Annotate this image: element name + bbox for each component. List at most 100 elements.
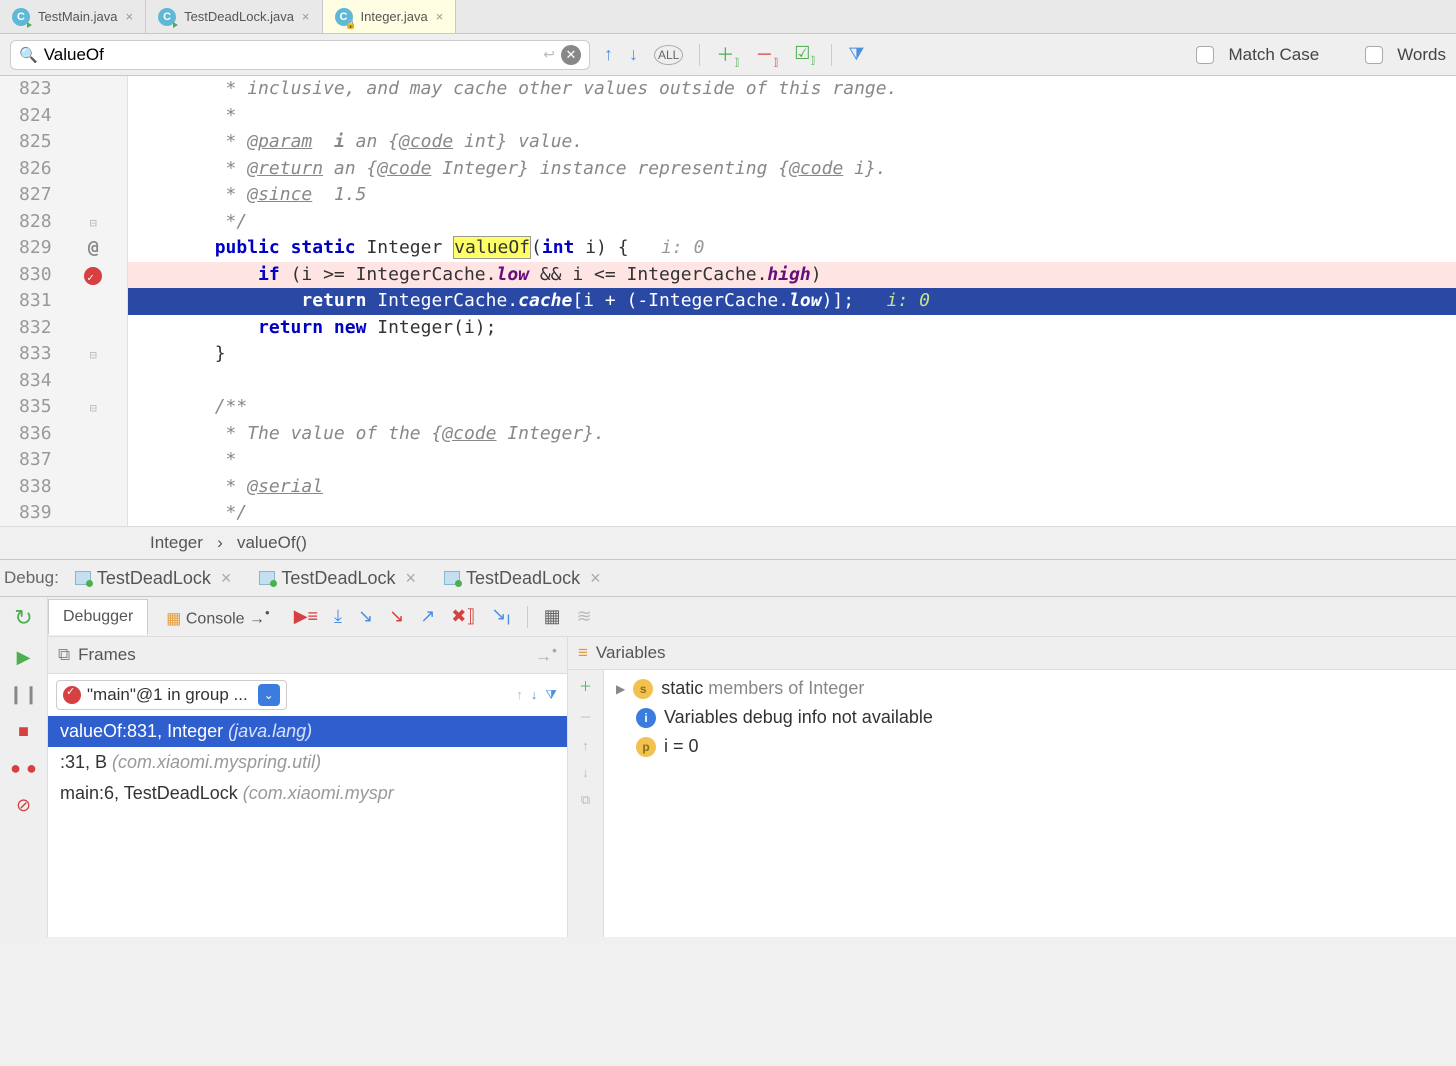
find-input[interactable] [44,45,538,65]
debug-config-tab[interactable]: TestDeadLock× [259,568,416,589]
editor-tab[interactable]: C TestMain.java × [0,0,146,33]
stack-frame[interactable]: :31, B (com.xiaomi.myspring.util) [48,747,567,778]
var-badge-icon: s [633,679,653,699]
filter-frames-icon[interactable]: ⧩ [545,687,557,703]
variable-row[interactable]: pi = 0 [616,736,1444,757]
variable-row[interactable]: ▶sstatic members of Integer [616,678,1444,699]
var-badge-icon: i [636,708,656,728]
line-numbers: 8238248258268278288298308318328338348358… [0,76,60,526]
breakpoints-icon[interactable]: ● ● [10,758,37,779]
frames-restore-icon[interactable]: →• [535,643,557,667]
copy-watch-icon[interactable]: ⧉ [581,792,590,808]
breakpoint-icon[interactable] [84,267,102,285]
code-lines[interactable]: * inclusive, and may cache other values … [128,76,1456,526]
code-editor[interactable]: 8238248258268278288298308318328338348358… [0,76,1456,526]
java-class-icon: C [12,8,30,26]
step-out-icon[interactable]: ↗ [420,606,435,627]
variables-title: Variables [596,643,666,663]
tab-label: TestMain.java [38,9,117,24]
breadcrumb-class[interactable]: Integer [150,533,203,552]
step-into-icon[interactable]: ↘ [358,606,373,627]
close-icon[interactable]: × [125,9,133,24]
words-checkbox[interactable] [1365,46,1383,64]
chevron-down-icon[interactable]: ⌄ [258,684,280,706]
stack-frame[interactable]: main:6, TestDeadLock (com.xiaomi.myspr [48,778,567,809]
run-to-cursor-icon[interactable]: ↘I [491,604,510,629]
next-match-icon[interactable]: ↓ [629,44,638,65]
variable-row[interactable]: iVariables debug info not available [616,707,1444,728]
add-selection-icon[interactable]: ＋⟧ [716,41,739,69]
up-watch-icon[interactable]: ↑ [582,738,589,753]
step-over-icon[interactable]: ⤓ [334,606,342,627]
breadcrumb-sep: › [217,533,223,552]
find-actions: ↑ ↓ ALL ＋⟧ －⟧ ☑⟧ ⧩ [604,41,864,69]
editor-tab[interactable]: C TestDeadLock.java × [146,0,322,33]
enter-hint-icon: ↩ [543,46,555,63]
show-execution-point-icon[interactable]: ▶≡ [294,606,318,627]
stop-icon[interactable]: ■ [18,721,29,742]
resume-icon[interactable]: ▶ [17,647,31,668]
close-icon[interactable]: × [436,9,444,24]
find-input-wrap[interactable]: 🔍 ↩ ✕ [10,40,590,70]
select-occurrences-icon[interactable]: ☑⟧ [794,43,815,67]
expander-icon[interactable]: ▶ [616,682,625,696]
match-case-label: Match Case [1228,45,1319,65]
editor-tabs: C TestMain.java × C TestDeadLock.java × C Integ… [0,0,1456,34]
trace-icon[interactable]: ≋ [577,606,592,627]
run-config-icon [75,571,91,585]
match-case-checkbox[interactable] [1196,46,1214,64]
tab-label: TestDeadLock.java [184,9,294,24]
rerun-icon[interactable]: ↻ [14,605,32,631]
close-icon[interactable]: × [221,568,232,589]
thread-selector[interactable]: "main"@1 in group ... ⌄ [56,680,287,710]
down-watch-icon[interactable]: ↓ [582,765,589,780]
debug-side-toolbar: ↻ ▶ ❙❙ ■ ● ● ⊘ [0,597,48,937]
editor-tab[interactable]: C Integer.java × [323,0,457,33]
close-icon[interactable]: × [302,9,310,24]
frames-list[interactable]: valueOf:831, Integer (java.lang):31, B (… [48,716,567,937]
frames-panel: ⧉ Frames →• "main"@1 in group ... ⌄ ↑ ↓ … [48,637,568,937]
stack-frame[interactable]: valueOf:831, Integer (java.lang) [48,716,567,747]
frames-title: Frames [78,645,136,665]
prev-frame-icon[interactable]: ↑ [516,687,523,702]
pause-icon[interactable]: ❙❙ [8,684,38,705]
force-step-into-icon[interactable]: ↘ [389,606,404,627]
clear-search-icon[interactable]: ✕ [561,45,581,65]
prev-match-icon[interactable]: ↑ [604,44,613,65]
frames-icon: ⧉ [58,645,70,665]
close-icon[interactable]: × [406,568,417,589]
variables-panel: ≡ Variables ＋ － ↑ ↓ ⧉ ▶sstatic members o… [568,637,1456,937]
debug-toolbar: Debugger ▦ Console →• ▶≡ ⤓ ↘ ↘ ↗ ✖⟧ ↘I ▦… [48,597,1456,637]
tab-label: Integer.java [361,9,428,24]
frame-nav: ↑ ↓ ⧩ [516,687,557,703]
java-class-icon: C [158,8,176,26]
select-all-icon[interactable]: ALL [654,45,683,65]
tab-console[interactable]: ▦ Console →• [152,597,283,636]
run-config-icon [259,571,275,585]
gutter-marks[interactable]: ⊟@⊟⊟ [60,76,127,526]
evaluate-icon[interactable]: ▦ [544,606,561,627]
debug-config-tab[interactable]: TestDeadLock× [75,568,232,589]
search-icon: 🔍 [19,46,38,64]
variables-icon: ≡ [578,643,588,663]
variables-list[interactable]: ▶sstatic members of IntegeriVariables de… [604,670,1456,937]
drop-frame-icon[interactable]: ✖⟧ [451,606,475,627]
java-class-icon: C [335,8,353,26]
mute-breakpoints-icon[interactable]: ⊘ [16,795,31,816]
debug-config-tab[interactable]: TestDeadLock× [444,568,601,589]
debug-configs-row: Debug: TestDeadLock× TestDeadLock× TestDea… [0,559,1456,597]
new-watch-icon[interactable]: ＋ [579,676,592,695]
vars-toolbar: ＋ － ↑ ↓ ⧉ [568,670,604,937]
var-badge-icon: p [636,737,656,757]
breadcrumb[interactable]: Integer › valueOf() [0,526,1456,559]
debug-label: Debug: [4,568,59,588]
close-icon[interactable]: × [590,568,601,589]
next-frame-icon[interactable]: ↓ [531,687,538,702]
filter-icon[interactable]: ⧩ [848,44,864,65]
breadcrumb-method[interactable]: valueOf() [237,533,307,552]
remove-selection-icon[interactable]: －⟧ [755,41,778,69]
words-label: Words [1397,45,1446,65]
tab-debugger[interactable]: Debugger [48,599,148,635]
remove-watch-icon[interactable]: － [579,707,592,726]
gutter: 8238248258268278288298308318328338348358… [0,76,128,526]
